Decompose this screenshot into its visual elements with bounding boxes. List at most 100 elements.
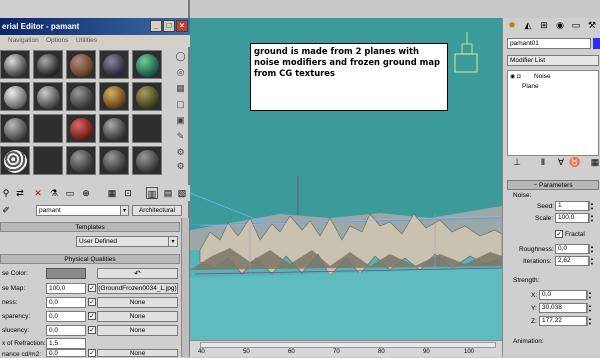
display-tab-icon[interactable]: ▭ bbox=[569, 18, 583, 33]
sample-type-icon[interactable]: ◯ bbox=[174, 50, 187, 62]
material-slot[interactable] bbox=[0, 114, 30, 143]
luminance-value[interactable]: 0,0 bbox=[46, 349, 86, 357]
seed-spinner-icon[interactable]: ▲ ▼ bbox=[589, 201, 594, 211]
timeline[interactable]: 40 50 60 70 80 90 100 bbox=[190, 340, 502, 357]
create-tab-icon[interactable]: ✹ bbox=[505, 18, 519, 33]
options-icon[interactable]: ⚙ bbox=[174, 146, 187, 158]
material-slot[interactable] bbox=[99, 114, 129, 143]
put-to-library-icon[interactable]: ▭ bbox=[64, 187, 76, 199]
shininess-map-button[interactable]: None bbox=[97, 297, 178, 308]
strength-x-input[interactable]: 0,0 bbox=[539, 290, 587, 300]
material-slot[interactable] bbox=[0, 146, 30, 175]
eyedropper-icon[interactable]: ✐ bbox=[0, 204, 12, 216]
configure-sets-icon[interactable]: ▦ bbox=[589, 156, 600, 168]
expand-icon[interactable]: ◉ ◘ bbox=[510, 73, 521, 80]
scale-spinner-icon[interactable]: ▲ ▼ bbox=[589, 213, 594, 223]
shininess-checkbox[interactable]: ✓ bbox=[88, 298, 96, 306]
go-forward-icon[interactable]: ▤ bbox=[162, 187, 174, 199]
roughness-input[interactable]: 0,0 bbox=[555, 244, 589, 254]
material-slot[interactable] bbox=[66, 50, 96, 79]
material-slot[interactable] bbox=[33, 50, 63, 79]
translucency-map-button[interactable]: None bbox=[97, 325, 178, 336]
make-preview-icon[interactable]: ✎ bbox=[174, 130, 187, 142]
get-material-icon[interactable]: ⚲ bbox=[0, 187, 12, 199]
menu-options[interactable]: Options bbox=[46, 37, 68, 44]
diffuse-map-button[interactable]: (GroundFrozen0034_L.jpg) bbox=[97, 283, 178, 294]
material-slot[interactable] bbox=[0, 82, 30, 111]
strength-z-spinner-icon[interactable]: ▲ ▼ bbox=[587, 316, 592, 326]
time-slider[interactable] bbox=[200, 342, 496, 348]
close-icon[interactable]: × bbox=[176, 20, 188, 32]
material-id-icon[interactable]: ⊕ bbox=[80, 187, 92, 199]
stack-item-noise[interactable]: Noise bbox=[534, 73, 551, 80]
transparency-map-button[interactable]: None bbox=[97, 311, 178, 322]
material-slot[interactable] bbox=[99, 146, 129, 175]
diffuse-map-checkbox[interactable]: ✓ bbox=[88, 284, 96, 292]
strength-x-spinner-icon[interactable]: ▲ ▼ bbox=[587, 290, 592, 300]
parameters-rollout-header[interactable]: − Parameters bbox=[507, 180, 599, 190]
material-slot[interactable] bbox=[33, 82, 63, 111]
material-slot[interactable] bbox=[132, 146, 162, 175]
background-icon[interactable]: ▦ bbox=[174, 82, 187, 94]
material-slot[interactable] bbox=[66, 146, 96, 175]
material-slot[interactable] bbox=[33, 114, 63, 143]
perspective-viewport[interactable]: ground is made from 2 planes with noise … bbox=[190, 18, 502, 340]
uv-tiling-icon[interactable]: ▢ bbox=[174, 98, 187, 110]
material-type-button[interactable]: Architectural bbox=[132, 205, 182, 216]
maximize-icon[interactable]: □ bbox=[163, 20, 175, 32]
material-slot[interactable] bbox=[66, 82, 96, 111]
material-slot[interactable] bbox=[66, 114, 96, 143]
make-unique-icon[interactable]: ⚗ bbox=[48, 187, 60, 199]
strength-z-input[interactable]: 177,22 bbox=[539, 316, 587, 326]
transparency-checkbox[interactable]: ✓ bbox=[88, 312, 96, 320]
modify-tab-icon[interactable]: ◭ bbox=[521, 18, 535, 33]
motion-tab-icon[interactable]: ◉ bbox=[553, 18, 567, 33]
menu-navigation[interactable]: Navigation bbox=[8, 37, 39, 44]
show-end-result-icon[interactable]: Ⅱ bbox=[537, 156, 549, 168]
show-end-result-icon[interactable]: ⊡ bbox=[122, 187, 134, 199]
material-name-field[interactable]: pamant bbox=[36, 205, 128, 216]
object-color-swatch[interactable] bbox=[593, 38, 600, 49]
object-name-field[interactable]: pamant01 bbox=[507, 38, 591, 49]
delete-icon[interactable]: ✕ bbox=[32, 187, 44, 199]
material-slot[interactable] bbox=[132, 114, 162, 143]
template-dropdown[interactable]: User Defined bbox=[76, 236, 178, 247]
remove-modifier-icon[interactable]: ♉ bbox=[569, 156, 581, 168]
go-to-parent-icon[interactable]: ▥ bbox=[146, 187, 158, 199]
pin-stack-icon[interactable]: ⊥ bbox=[511, 156, 523, 168]
minimize-icon[interactable]: _ bbox=[150, 20, 162, 32]
backlight-icon[interactable]: ◎ bbox=[174, 66, 187, 78]
menu-utilities[interactable]: Utilities bbox=[76, 37, 97, 44]
material-slot[interactable] bbox=[0, 50, 30, 79]
undo-icon[interactable]: ↶ bbox=[97, 268, 178, 279]
ior-value[interactable]: 1,5 bbox=[46, 338, 86, 349]
video-color-icon[interactable]: ▣ bbox=[174, 114, 187, 126]
strength-y-spinner-icon[interactable]: ▲ ▼ bbox=[587, 303, 592, 313]
material-slot[interactable] bbox=[99, 82, 129, 111]
diffuse-map-amount[interactable]: 100,0 bbox=[46, 283, 86, 294]
put-to-scene-icon[interactable]: ⇄ bbox=[14, 187, 26, 199]
templates-rollout-header[interactable]: Templates bbox=[0, 222, 180, 232]
translucency-checkbox[interactable]: ✓ bbox=[88, 326, 96, 334]
fractal-checkbox[interactable]: ✓ bbox=[555, 230, 563, 238]
select-by-material-icon[interactable]: ⚙ bbox=[174, 160, 187, 172]
shininess-value[interactable]: 0,0 bbox=[46, 297, 86, 308]
material-slot[interactable] bbox=[132, 50, 162, 79]
iterations-spinner-icon[interactable]: ▲ ▼ bbox=[589, 256, 594, 266]
hierarchy-tab-icon[interactable]: ⊞ bbox=[537, 18, 551, 33]
luminance-map-button[interactable]: None bbox=[97, 349, 178, 357]
pick-material-icon[interactable]: ▧ bbox=[176, 187, 188, 199]
show-map-icon[interactable]: ▦ bbox=[106, 187, 118, 199]
luminance-checkbox[interactable]: ✓ bbox=[88, 349, 96, 357]
modifier-list-dropdown[interactable]: Modifier List bbox=[507, 55, 599, 66]
transparency-value[interactable]: 0,0 bbox=[46, 311, 86, 322]
material-editor-scrollbar[interactable] bbox=[181, 218, 189, 357]
utilities-tab-icon[interactable]: ⚒ bbox=[585, 18, 599, 33]
translucency-value[interactable]: 0,0 bbox=[46, 325, 86, 336]
chevron-down-icon[interactable]: ▾ bbox=[120, 205, 129, 216]
iterations-input[interactable]: 2,62 bbox=[555, 256, 589, 266]
roughness-spinner-icon[interactable]: ▲ ▼ bbox=[589, 244, 594, 254]
chevron-down-icon[interactable]: ▾ bbox=[168, 236, 178, 247]
material-slot[interactable] bbox=[132, 82, 162, 111]
diffuse-color-swatch[interactable] bbox=[46, 268, 86, 279]
